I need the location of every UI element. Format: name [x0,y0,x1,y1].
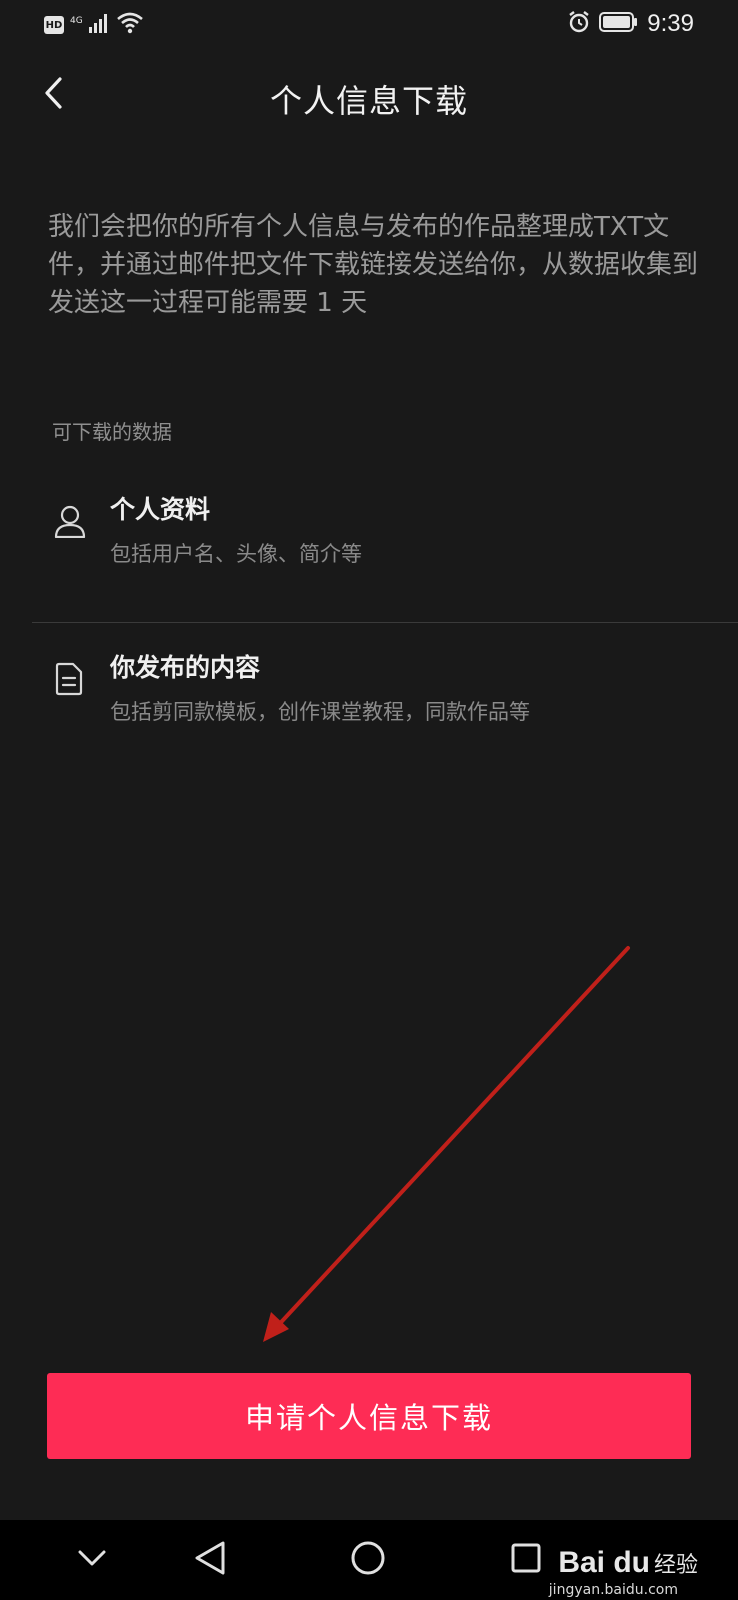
nav-recents-button[interactable] [504,1538,548,1582]
signal-icon [88,13,111,37]
hd-badge: HD [44,16,64,34]
user-icon [54,504,86,540]
item-desc: 包括剪同款模板，创作课堂教程，同款作品等 [110,700,530,724]
baidu-watermark: Bai du 经验 [558,1546,698,1580]
data-item-content: 你发布的内容 包括剪同款模板，创作课堂教程，同款作品等 [0,648,738,758]
system-nav-bar: Bai du 经验 jingyan.baidu.com [0,1520,738,1600]
item-title: 个人资料 [110,495,211,524]
watermark-cn: 经验 [653,1553,698,1578]
home-circle-icon [350,1540,386,1580]
back-triangle-icon [193,1540,227,1580]
divider [32,622,738,623]
document-icon [54,662,86,698]
section-label: 可下载的数据 [52,420,172,444]
page-header: 个人信息下载 [0,60,738,130]
watermark-url: jingyan.baidu.com [548,1582,678,1598]
status-bar: HD 4G 9:39 [0,0,738,50]
nav-collapse-button[interactable] [70,1538,114,1582]
request-download-button[interactable]: 申请个人信息下载 [47,1373,691,1459]
item-title: 你发布的内容 [110,653,261,682]
status-right: 9:39 [567,10,694,38]
nav-back-button[interactable] [188,1538,232,1582]
page-title: 个人信息下载 [269,82,468,120]
chevron-down-icon [78,1549,106,1571]
battery-icon [599,11,639,37]
network-type: 4G [70,16,83,26]
data-item-profile: 个人资料 包括用户名、头像、简介等 [0,490,738,600]
watermark-brand: Bai du [558,1546,650,1579]
alarm-icon [567,10,591,38]
recents-square-icon [510,1542,542,1578]
status-left: HD 4G [44,12,143,38]
nav-home-button[interactable] [346,1538,390,1582]
intro-text: 我们会把你的所有个人信息与发布的作品整理成TXT文件，并通过邮件把文件下载链接发… [48,212,699,318]
clock: 9:39 [647,10,694,37]
item-desc: 包括用户名、头像、简介等 [110,542,362,566]
wifi-icon [116,12,143,38]
